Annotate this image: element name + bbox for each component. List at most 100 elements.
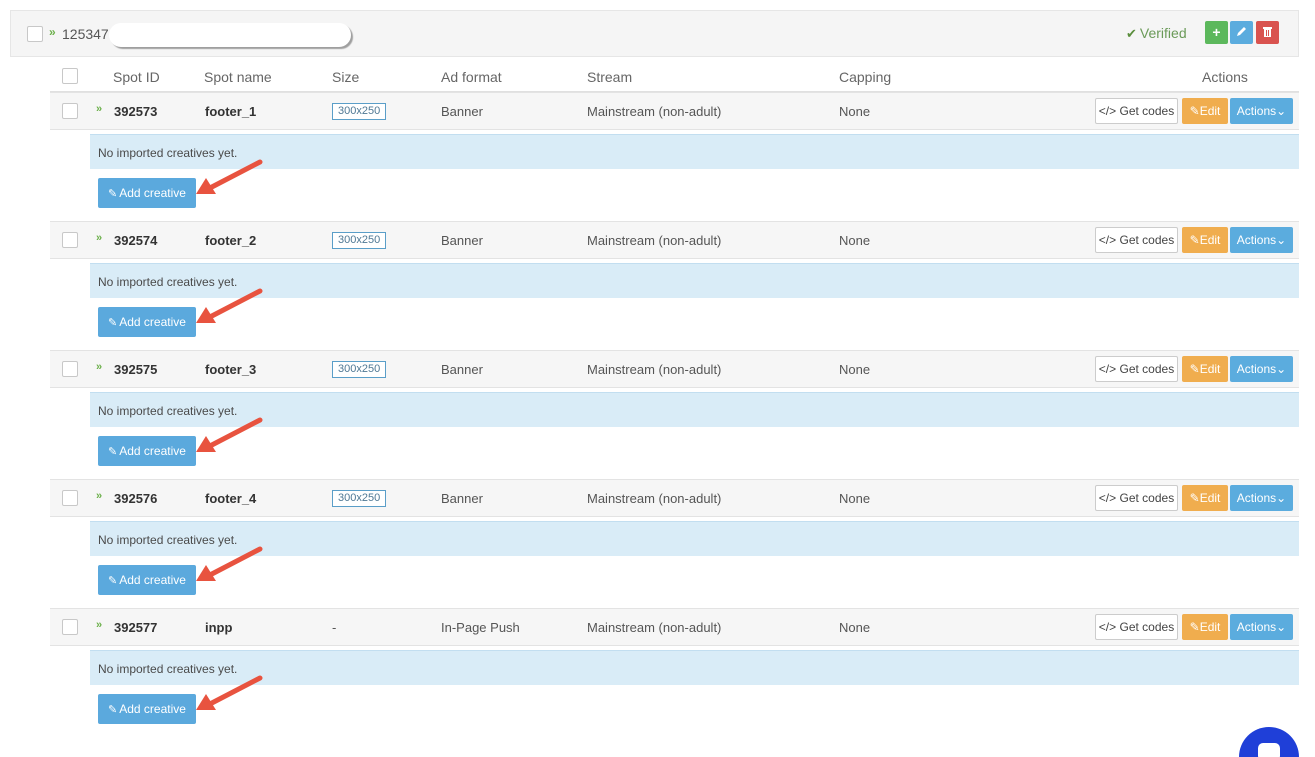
site-id: 125347.	[62, 26, 113, 42]
chat-widget-icon[interactable]	[1239, 727, 1299, 757]
edit-label: Edit	[1199, 104, 1221, 118]
expand-chevron-icon[interactable]: »	[49, 25, 56, 39]
add-creative-button[interactable]: ✎ Add creative	[98, 694, 196, 724]
stream: Mainstream (non-adult)	[587, 362, 722, 377]
capping: None	[839, 362, 871, 377]
expand-chevron-icon[interactable]: »	[96, 361, 102, 373]
size-value: -	[332, 620, 337, 635]
edit-label: Edit	[1199, 620, 1221, 634]
notice-text: No imported creatives yet.	[98, 146, 238, 160]
add-creative-label: Add creative	[119, 444, 186, 458]
code-icon: </>	[1098, 233, 1117, 247]
creatives-notice: No imported creatives yet.	[90, 134, 1299, 169]
notice-text: No imported creatives yet.	[98, 404, 238, 418]
pen-icon: ✎	[108, 704, 118, 716]
edit-spot-button[interactable]: ✎Edit	[1182, 356, 1228, 382]
expand-chevron-icon[interactable]: »	[96, 103, 102, 115]
spot-id: 392574	[114, 233, 158, 248]
chevron-down-icon: ⌄	[1276, 620, 1287, 634]
add-creative-button[interactable]: ✎ Add creative	[98, 565, 196, 595]
code-icon: </>	[1098, 104, 1117, 118]
table-row: » 392577 inpp - In-Page Push Mainstream …	[50, 608, 1299, 646]
stream: Mainstream (non-adult)	[587, 233, 722, 248]
get-codes-label: Get codes	[1119, 620, 1175, 634]
edit-spot-button[interactable]: ✎Edit	[1182, 98, 1228, 124]
trash-icon	[1263, 27, 1272, 37]
get-codes-button[interactable]: </> Get codes	[1095, 614, 1178, 640]
get-codes-button[interactable]: </> Get codes	[1095, 227, 1178, 253]
spot-name: inpp	[205, 620, 233, 635]
spot-name: footer_4	[205, 491, 257, 506]
select-all-checkbox[interactable]	[62, 68, 78, 84]
get-codes-label: Get codes	[1119, 233, 1175, 247]
spot-name: footer_1	[205, 104, 257, 119]
site-checkbox[interactable]	[27, 26, 43, 42]
add-creative-button[interactable]: ✎ Add creative	[98, 178, 196, 208]
edit-spot-button[interactable]: ✎Edit	[1182, 227, 1228, 253]
add-creative-label: Add creative	[119, 186, 186, 200]
header-spot-name: Spot name	[204, 69, 272, 85]
header-size: Size	[332, 69, 360, 85]
pencil-icon: ✎	[1189, 620, 1200, 634]
row-checkbox[interactable]	[62, 619, 78, 635]
chevron-down-icon: ⌄	[1276, 491, 1287, 505]
header-stream: Stream	[587, 69, 633, 85]
edit-spot-button[interactable]: ✎Edit	[1182, 485, 1228, 511]
get-codes-label: Get codes	[1119, 104, 1175, 118]
table-header: Spot ID Spot name Size Ad format Stream …	[50, 60, 1299, 92]
verified-label: Verified	[1139, 25, 1187, 41]
actions-label: Actions	[1236, 104, 1277, 118]
notice-text: No imported creatives yet.	[98, 533, 238, 547]
header-actions: Actions	[1202, 69, 1248, 85]
pencil-icon: ✎	[1189, 491, 1200, 505]
capping: None	[839, 620, 871, 635]
actions-dropdown[interactable]: Actions⌄	[1230, 356, 1293, 382]
creatives-notice: No imported creatives yet.	[90, 392, 1299, 427]
add-creative-label: Add creative	[119, 702, 186, 716]
stream: Mainstream (non-adult)	[587, 104, 722, 119]
get-codes-button[interactable]: </> Get codes	[1095, 485, 1178, 511]
ad-format: In-Page Push	[441, 620, 520, 635]
edit-site-button[interactable]	[1230, 21, 1253, 44]
pencil-icon	[1237, 27, 1246, 36]
stream: Mainstream (non-adult)	[587, 620, 722, 635]
site-header: » 125347. ✔ Verified +	[10, 10, 1299, 57]
pen-icon: ✎	[108, 317, 118, 329]
actions-dropdown[interactable]: Actions⌄	[1230, 614, 1293, 640]
add-spot-button[interactable]: +	[1205, 21, 1228, 44]
pen-icon: ✎	[108, 575, 118, 587]
actions-dropdown[interactable]: Actions⌄	[1230, 485, 1293, 511]
actions-dropdown[interactable]: Actions⌄	[1230, 98, 1293, 124]
edit-spot-button[interactable]: ✎Edit	[1182, 614, 1228, 640]
row-checkbox[interactable]	[62, 490, 78, 506]
get-codes-button[interactable]: </> Get codes	[1095, 98, 1178, 124]
add-creative-label: Add creative	[119, 315, 186, 329]
expand-chevron-icon[interactable]: »	[96, 232, 102, 244]
check-icon: ✔	[1126, 26, 1137, 41]
row-checkbox[interactable]	[62, 361, 78, 377]
pen-icon: ✎	[108, 188, 118, 200]
add-creative-button[interactable]: ✎ Add creative	[98, 436, 196, 466]
add-creative-button[interactable]: ✎ Add creative	[98, 307, 196, 337]
actions-dropdown[interactable]: Actions⌄	[1230, 227, 1293, 253]
actions-label: Actions	[1236, 620, 1277, 634]
size-tag: 300x250	[332, 361, 387, 378]
pen-icon: ✎	[108, 446, 118, 458]
row-checkbox[interactable]	[62, 232, 78, 248]
edit-label: Edit	[1199, 233, 1221, 247]
delete-site-button[interactable]	[1256, 21, 1279, 44]
row-checkbox[interactable]	[62, 103, 78, 119]
header-capping: Capping	[839, 69, 892, 85]
verified-status: ✔ Verified	[1126, 25, 1187, 42]
code-icon: </>	[1098, 491, 1117, 505]
spot-id: 392576	[114, 491, 158, 506]
header-ad-format: Ad format	[441, 69, 502, 85]
stream: Mainstream (non-adult)	[587, 491, 722, 506]
code-icon: </>	[1098, 362, 1117, 376]
get-codes-button[interactable]: </> Get codes	[1095, 356, 1178, 382]
expand-chevron-icon[interactable]: »	[96, 490, 102, 502]
expand-chevron-icon[interactable]: »	[96, 619, 102, 631]
table-row: » 392573 footer_1 300x250 Banner Mainstr…	[50, 92, 1299, 130]
ad-format: Banner	[441, 104, 483, 119]
creatives-notice: No imported creatives yet.	[90, 521, 1299, 556]
